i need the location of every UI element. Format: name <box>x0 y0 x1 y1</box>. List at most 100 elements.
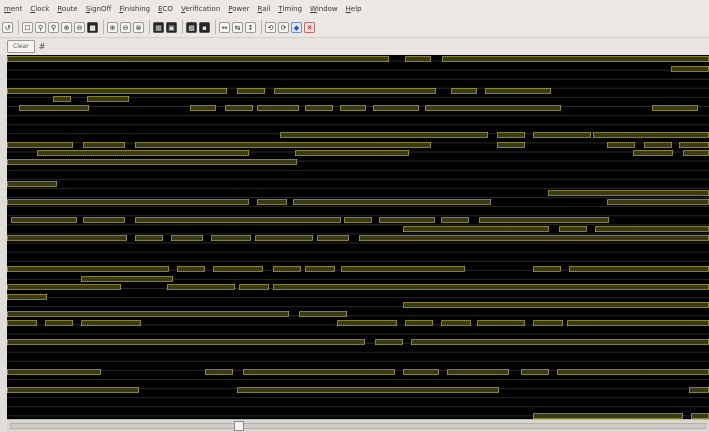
bus-value-segment[interactable] <box>337 320 397 326</box>
grid-icon[interactable]: ▦ <box>153 21 164 33</box>
waveform-canvas[interactable] <box>7 55 709 419</box>
bus-value-segment[interactable] <box>548 190 709 196</box>
pin-icon[interactable]: # <box>39 42 46 51</box>
bus-value-segment[interactable] <box>567 320 709 326</box>
bus-value-segment[interactable] <box>237 387 499 393</box>
bus-value-segment[interactable] <box>359 235 709 241</box>
clear-icon[interactable]: ⊗ <box>133 21 144 33</box>
bus-value-segment[interactable] <box>405 56 431 62</box>
bus-value-segment[interactable] <box>7 142 73 148</box>
zoom-in-icon[interactable]: ⊕ <box>61 21 72 33</box>
bus-value-segment[interactable] <box>379 217 435 223</box>
bus-value-segment[interactable] <box>237 88 265 94</box>
bus-value-segment[interactable] <box>497 132 525 138</box>
bus-value-segment[interactable] <box>441 217 469 223</box>
remove-icon[interactable]: ⊖ <box>120 21 131 33</box>
bus-value-segment[interactable] <box>375 339 403 345</box>
menu-item-eco[interactable]: ECO <box>154 5 177 13</box>
bus-value-segment[interactable] <box>691 413 709 419</box>
bus-value-segment[interactable] <box>83 142 125 148</box>
shift-icon[interactable]: ⇆ <box>232 21 243 33</box>
bus-value-segment[interactable] <box>633 150 673 156</box>
bus-value-segment[interactable] <box>411 339 709 345</box>
bus-value-segment[interactable] <box>295 150 409 156</box>
bus-value-segment[interactable] <box>477 320 525 326</box>
menu-item-route[interactable]: Route <box>53 5 81 13</box>
bus-value-segment[interactable] <box>652 105 698 111</box>
bus-value-segment[interactable] <box>171 235 203 241</box>
bus-value-segment[interactable] <box>87 96 129 102</box>
menu-item-signoff[interactable]: SignOff <box>82 5 116 13</box>
bus-value-segment[interactable] <box>569 266 709 272</box>
menu-item-ment[interactable]: ment <box>0 5 26 13</box>
bus-value-segment[interactable] <box>205 369 233 375</box>
bus-value-segment[interactable] <box>83 217 125 223</box>
bus-value-segment[interactable] <box>45 320 73 326</box>
menu-item-finishing[interactable]: Finishing <box>115 5 154 13</box>
bus-value-segment[interactable] <box>19 105 89 111</box>
bus-value-segment[interactable] <box>403 302 709 308</box>
bus-value-segment[interactable] <box>7 266 169 272</box>
bus-value-segment[interactable] <box>485 88 551 94</box>
layout-icon[interactable]: ▣ <box>166 21 177 33</box>
bus-value-segment[interactable] <box>533 266 561 272</box>
bus-value-segment[interactable] <box>7 199 249 205</box>
bus-value-segment[interactable] <box>211 235 251 241</box>
bus-value-segment[interactable] <box>11 217 77 223</box>
bus-value-segment[interactable] <box>607 199 709 205</box>
bus-value-segment[interactable] <box>7 56 389 62</box>
bus-value-segment[interactable] <box>167 284 235 290</box>
bus-value-segment[interactable] <box>225 105 253 111</box>
bus-value-segment[interactable] <box>341 266 465 272</box>
menu-item-verification[interactable]: Verification <box>177 5 224 13</box>
bus-value-segment[interactable] <box>683 150 709 156</box>
bus-value-segment[interactable] <box>305 266 335 272</box>
bus-value-segment[interactable] <box>7 320 37 326</box>
add-icon[interactable]: ⊕ <box>107 21 118 33</box>
scrollbar-thumb[interactable] <box>234 421 244 431</box>
stretch-icon[interactable]: ↕ <box>245 21 256 33</box>
bus-value-segment[interactable] <box>7 339 365 345</box>
scrollbar-track[interactable] <box>10 423 706 429</box>
bus-value-segment[interactable] <box>405 320 433 326</box>
bus-value-segment[interactable] <box>273 284 709 290</box>
bus-value-segment[interactable] <box>7 235 127 241</box>
display-icon[interactable]: ▩ <box>186 21 197 33</box>
bus-value-segment[interactable] <box>689 387 709 393</box>
bus-value-segment[interactable] <box>533 132 591 138</box>
bus-value-segment[interactable] <box>479 217 609 223</box>
bus-value-segment[interactable] <box>81 276 173 282</box>
bus-value-segment[interactable] <box>373 105 419 111</box>
bus-value-segment[interactable] <box>442 56 709 62</box>
bus-value-segment[interactable] <box>257 199 287 205</box>
redo-icon[interactable]: ⟳ <box>278 21 289 33</box>
bus-value-segment[interactable] <box>274 88 436 94</box>
bus-value-segment[interactable] <box>7 181 57 187</box>
bus-value-segment[interactable] <box>135 142 431 148</box>
bus-value-segment[interactable] <box>7 294 47 300</box>
bus-value-segment[interactable] <box>190 105 216 111</box>
menu-item-rail[interactable]: Rail <box>253 5 274 13</box>
zoom-fit-icon[interactable]: ⊖ <box>74 21 85 33</box>
bus-value-segment[interactable] <box>644 142 672 148</box>
bus-value-segment[interactable] <box>305 105 333 111</box>
bus-value-segment[interactable] <box>441 320 471 326</box>
bus-value-segment[interactable] <box>7 88 227 94</box>
view-icon[interactable]: ☐ <box>22 21 33 33</box>
undo-icon[interactable]: ↺ <box>2 21 13 33</box>
bus-value-segment[interactable] <box>53 96 71 102</box>
clear-button[interactable]: Clear <box>7 40 35 53</box>
select-icon[interactable]: ■ <box>87 21 98 33</box>
bus-value-segment[interactable] <box>521 369 549 375</box>
bus-value-segment[interactable] <box>425 105 561 111</box>
bus-value-segment[interactable] <box>257 105 299 111</box>
bus-value-segment[interactable] <box>595 226 709 232</box>
close-icon[interactable]: ✕ <box>304 21 315 33</box>
bus-value-segment[interactable] <box>559 226 587 232</box>
bus-value-segment[interactable] <box>280 132 488 138</box>
menu-item-clock[interactable]: Clock <box>26 5 53 13</box>
bus-value-segment[interactable] <box>671 66 709 72</box>
bus-value-segment[interactable] <box>317 235 349 241</box>
bus-value-segment[interactable] <box>679 142 709 148</box>
bus-value-segment[interactable] <box>7 387 139 393</box>
